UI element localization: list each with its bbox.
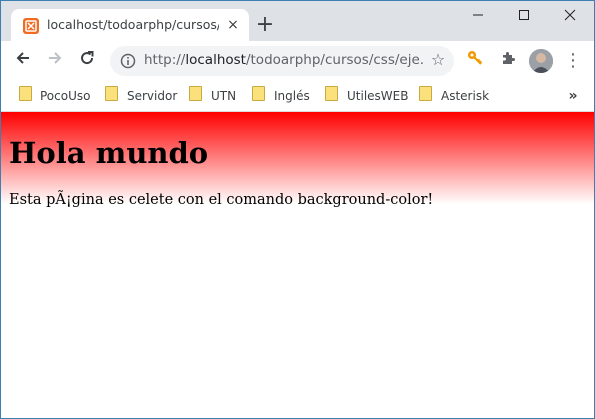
bookmark-pocouso[interactable]: PocoUso: [40, 86, 90, 106]
folder-icon: [325, 86, 338, 101]
bookmark-star-icon[interactable]: ☆: [428, 50, 448, 70]
back-icon[interactable]: [11, 49, 35, 73]
url-path: /todoarphp/cursos/css/eje...: [245, 52, 424, 68]
tab-title: localhost/todoarphp/cursos/css/ejer: [47, 17, 219, 32]
address-bar[interactable]: http://localhost/todoarphp/cursos/css/ej…: [110, 46, 454, 76]
site-info-icon[interactable]: [120, 53, 136, 69]
page-heading: Hola mundo: [9, 136, 209, 170]
bookmarks-bar: PocoUso Servidor UTN Inglés UtilesWEB As…: [1, 81, 594, 112]
tab-close-icon[interactable]: ×: [225, 17, 241, 33]
page-paragraph: Esta pÃ¡gina es celete con el comando ba…: [9, 192, 434, 208]
tab-strip: localhost/todoarphp/cursos/css/ejer × +: [1, 1, 594, 41]
bookmark-ingles[interactable]: Inglés: [274, 86, 310, 106]
xampp-favicon-icon: [23, 18, 39, 34]
url-text[interactable]: http://localhost/todoarphp/cursos/css/ej…: [144, 52, 424, 70]
browser-window: localhost/todoarphp/cursos/css/ejer × +: [0, 0, 595, 419]
forward-icon[interactable]: [43, 49, 67, 73]
bookmark-utilesweb[interactable]: UtilesWEB: [347, 86, 408, 106]
reload-icon[interactable]: [75, 49, 99, 73]
bookmark-asterisk[interactable]: Asterisk: [441, 86, 489, 106]
folder-icon: [252, 86, 265, 101]
folder-icon: [19, 86, 32, 101]
browser-tab[interactable]: localhost/todoarphp/cursos/css/ejer ×: [11, 9, 249, 41]
folder-icon: [189, 86, 202, 101]
profile-avatar[interactable]: [529, 49, 553, 73]
new-tab-icon[interactable]: +: [253, 13, 277, 37]
bookmark-utn[interactable]: UTN: [211, 86, 236, 106]
navigation-toolbar: http://localhost/todoarphp/cursos/css/ej…: [1, 41, 594, 81]
minimize-icon[interactable]: [455, 3, 501, 31]
browser-menu-icon[interactable]: ⋮: [561, 49, 585, 73]
extensions-puzzle-icon[interactable]: [496, 49, 520, 73]
page-content: Hola mundo Esta pÃ¡gina es celete con el…: [1, 112, 594, 418]
folder-icon: [419, 86, 432, 101]
close-window-icon[interactable]: [547, 3, 593, 31]
key-extension-icon[interactable]: [463, 49, 487, 73]
folder-icon: [105, 86, 118, 101]
url-host: localhost: [185, 52, 246, 68]
bookmark-servidor[interactable]: Servidor: [127, 86, 177, 106]
url-prefix: http://: [144, 52, 186, 68]
maximize-icon[interactable]: [501, 3, 547, 31]
bookmarks-overflow-icon[interactable]: »: [563, 86, 583, 106]
